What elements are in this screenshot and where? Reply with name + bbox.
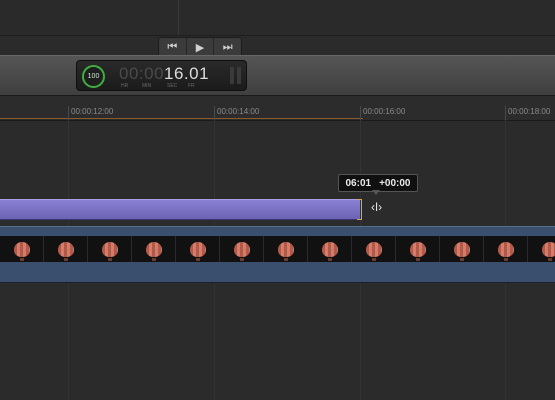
filmstrip-frame bbox=[220, 236, 264, 262]
trim-tooltip-position: 06:01 bbox=[345, 177, 372, 189]
filmstrip-frame bbox=[44, 236, 88, 262]
skip-forward-icon: ⏭ bbox=[222, 40, 233, 53]
hot-air-balloon-icon bbox=[365, 241, 382, 261]
filmstrip-frame bbox=[484, 236, 528, 262]
filmstrip-frame bbox=[0, 236, 44, 262]
hot-air-balloon-icon bbox=[57, 241, 74, 261]
ruler-tick bbox=[505, 106, 506, 120]
transport-controls: ⏮ ▶ ⏭ bbox=[158, 37, 242, 57]
hot-air-balloon-icon bbox=[277, 241, 294, 261]
trim-tooltip-arrow bbox=[372, 190, 380, 195]
hot-air-balloon-icon bbox=[189, 241, 206, 261]
ruler-tick-label: 00:00:14:00 bbox=[217, 107, 260, 116]
timecode-unit-sec: SEC bbox=[167, 83, 178, 89]
filmstrip-frame bbox=[396, 236, 440, 262]
ruler-tick bbox=[360, 106, 361, 120]
filmstrip-frame bbox=[176, 236, 220, 262]
ruler-range-indicator bbox=[0, 118, 363, 119]
skip-back-button[interactable]: ⏮ bbox=[159, 38, 186, 56]
timecode-hours-minutes: 00:00 bbox=[119, 64, 165, 83]
viewer-bottom-border bbox=[0, 35, 555, 36]
trim-handle[interactable] bbox=[357, 199, 362, 220]
timecode-unit-hr: HR bbox=[121, 83, 129, 89]
hot-air-balloon-icon bbox=[497, 241, 514, 261]
video-filmstrip[interactable] bbox=[0, 236, 555, 262]
timecode-display[interactable]: 100 00:00 16.01 HR MIN SEC FR bbox=[76, 60, 247, 91]
skip-forward-button[interactable]: ⏭ bbox=[213, 38, 241, 56]
filmstrip-frame bbox=[264, 236, 308, 262]
hot-air-balloon-icon bbox=[321, 241, 338, 261]
filmstrip-frame bbox=[308, 236, 352, 262]
filmstrip-frame bbox=[132, 236, 176, 262]
trim-cursor-icon: ‹ǀ› bbox=[371, 200, 383, 214]
filmstrip-frame bbox=[352, 236, 396, 262]
play-button[interactable]: ▶ bbox=[185, 38, 214, 56]
filmstrip-frame bbox=[88, 236, 132, 262]
timecode-gauge: 100 bbox=[82, 65, 105, 88]
ruler-tick-label: 00:00:18:00 bbox=[508, 107, 551, 116]
viewer-area bbox=[0, 0, 555, 35]
play-icon: ▶ bbox=[195, 41, 205, 54]
ruler-tick bbox=[214, 106, 215, 120]
audio-meter-right bbox=[237, 67, 241, 84]
timecode-seconds-frames: 16.01 bbox=[164, 64, 210, 83]
hot-air-balloon-icon bbox=[145, 241, 162, 261]
hot-air-balloon-icon bbox=[541, 241, 555, 261]
hot-air-balloon-icon bbox=[13, 241, 30, 261]
timecode-unit-fr: FR bbox=[188, 83, 195, 89]
audio-meter-left bbox=[230, 67, 234, 84]
hot-air-balloon-icon bbox=[233, 241, 250, 261]
ruler-tick-label: 00:00:12:00 bbox=[71, 107, 114, 116]
hot-air-balloon-icon bbox=[453, 241, 470, 261]
toolbar: 100 00:00 16.01 HR MIN SEC FR bbox=[0, 55, 555, 96]
hot-air-balloon-icon bbox=[409, 241, 426, 261]
trim-tooltip-delta: +00:00 bbox=[379, 177, 411, 189]
skip-back-icon: ⏮ bbox=[167, 40, 178, 53]
timecode-unit-min: MIN bbox=[142, 83, 152, 89]
audio-clip[interactable] bbox=[0, 199, 360, 220]
ruler-tick-label: 00:00:16:00 bbox=[363, 107, 406, 116]
viewer-divider bbox=[178, 0, 179, 35]
hot-air-balloon-icon bbox=[101, 241, 118, 261]
filmstrip-frame bbox=[528, 236, 555, 262]
ruler-tick bbox=[68, 106, 69, 120]
filmstrip-frame bbox=[440, 236, 484, 262]
